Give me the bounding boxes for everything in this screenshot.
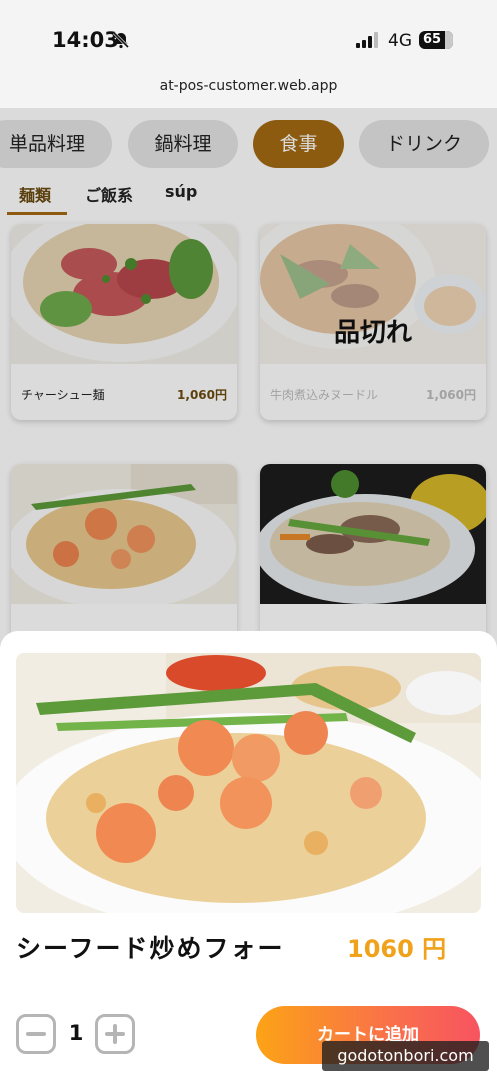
battery-empty-part [445,31,453,49]
browser-url-bar[interactable]: at-pos-customer.web.app [0,66,497,108]
watermark: godotonbori.com [322,1041,489,1071]
dish-detail-price: 1060 円 [347,935,447,963]
dish-detail-sheet: シーフード炒めフォー 1060 円 1 カートに追加 [0,631,497,1080]
dish-title: シーフード炒めフォー [16,934,285,963]
dish-image-seafood-pho-large [16,653,481,913]
status-time: 14:03 [52,28,119,52]
network-type: 4G [388,31,412,51]
battery-level: 65 [422,32,442,47]
signal-icon [356,32,378,48]
battery-icon: 65 [419,31,453,49]
quantity-value: 1 [68,1021,84,1045]
increase-quantity-button[interactable] [95,1014,135,1054]
status-bar: 14:03 4G 65 [0,0,497,66]
bell-muted-icon [112,31,130,49]
url-text: at-pos-customer.web.app [159,78,338,94]
decrease-quantity-button[interactable] [16,1014,56,1054]
